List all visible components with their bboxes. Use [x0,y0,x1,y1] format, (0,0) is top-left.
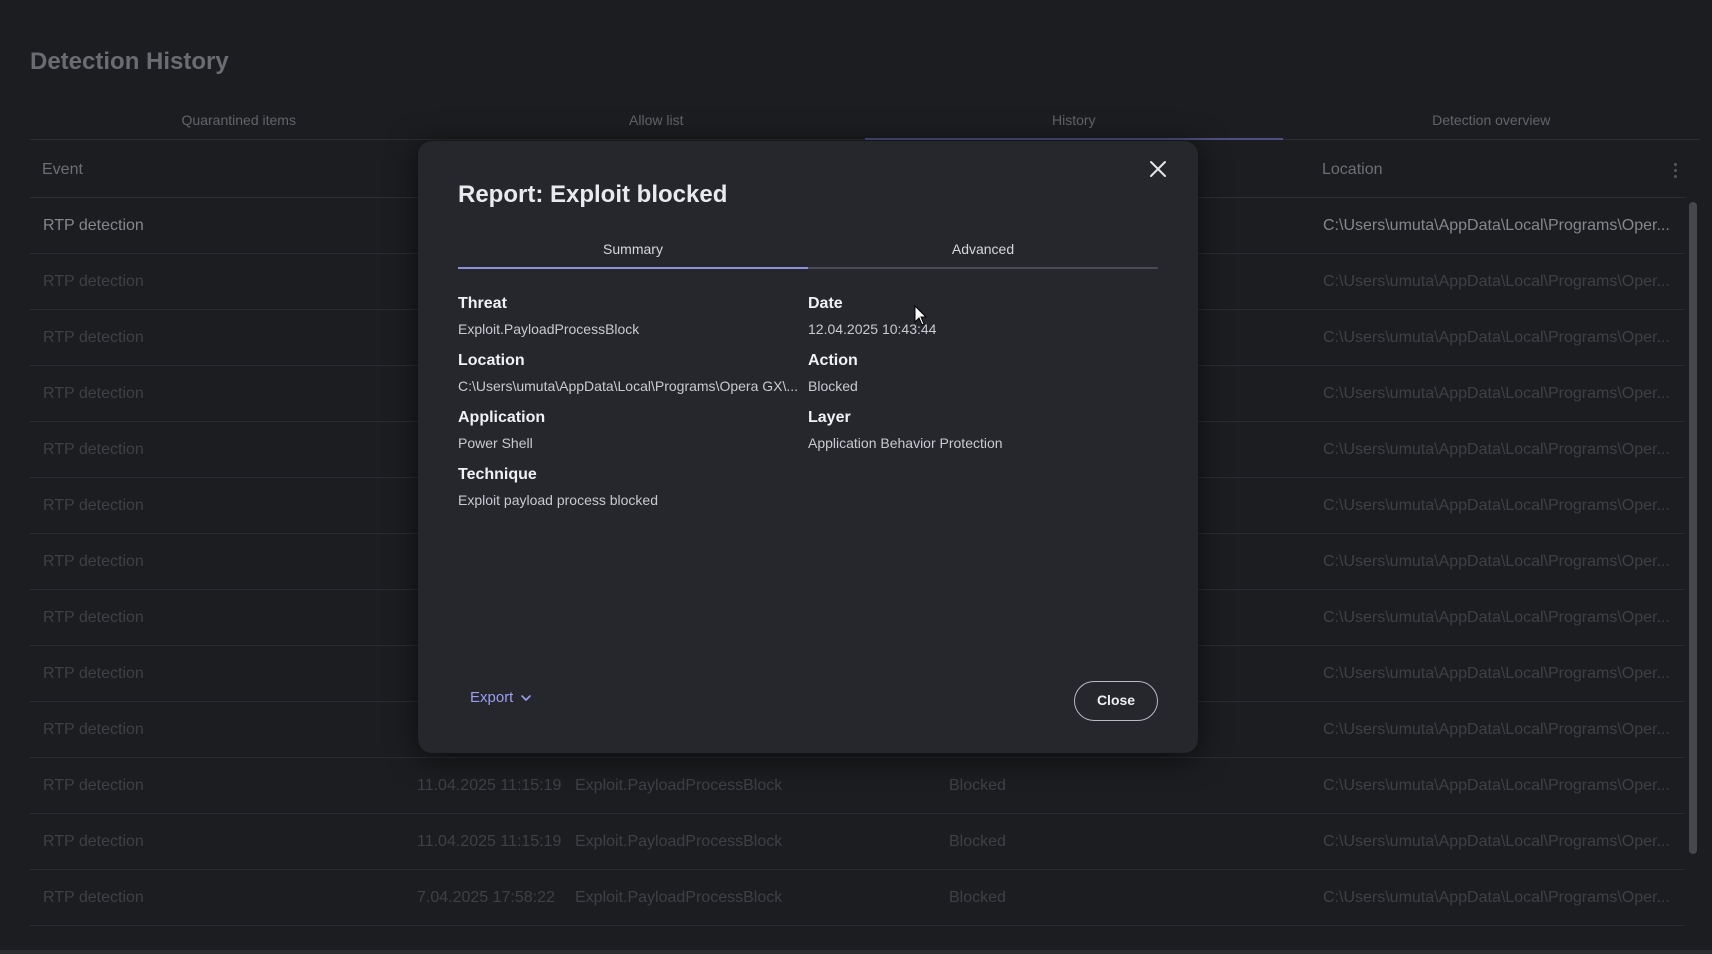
field-label: Application [458,409,546,426]
scrollbar[interactable] [1689,202,1697,854]
cell-location: C:\Users\umuta\AppData\Local\Programs\Op… [1323,273,1670,290]
cell-event: RTP detection [43,329,144,346]
table-row[interactable]: RTP detection 11.04.2025 11:15:19 Exploit.… [30,814,1685,870]
close-icon[interactable] [1146,157,1170,181]
field-value: Application Behavior Protection [808,435,1003,451]
cell-event: RTP detection [43,385,144,402]
cell-threat: Exploit.PayloadProcessBlock [575,777,783,794]
field-label: Technique [458,466,537,483]
table-row[interactable]: RTP detection 11.04.2025 11:15:19 Exploit.… [30,758,1685,814]
export-button[interactable]: Export [470,689,533,706]
cell-action: Blocked [949,833,1006,850]
column-header-location[interactable]: Location [1322,142,1383,198]
cell-location: C:\Users\umuta\AppData\Local\Programs\Op… [1323,497,1670,514]
field-location: Location C:\Users\umuta\AppData\Local\Pr… [458,350,806,396]
field-threat: Threat Exploit.PayloadProcessBlock [458,293,806,339]
cell-event: RTP detection [43,609,144,626]
field-value: Exploit.PayloadProcessBlock [458,321,640,337]
field-label: Action [808,352,858,369]
cell-event: RTP detection [43,217,144,234]
dialog-tab-bar: Summary Advanced [458,229,1158,269]
cell-event: RTP detection [43,553,144,570]
more-vertical-icon[interactable] [1665,160,1685,180]
cell-action: Blocked [949,889,1006,906]
cell-location: C:\Users\umuta\AppData\Local\Programs\Op… [1323,553,1670,570]
cell-event: RTP detection [43,833,144,850]
field-label: Date [808,295,843,312]
cell-event: RTP detection [43,665,144,682]
close-button[interactable]: Close [1074,681,1158,721]
cell-event: RTP detection [43,497,144,514]
cell-event: RTP detection [43,889,144,906]
chevron-down-icon [521,694,532,701]
mouse-cursor-icon [914,305,928,326]
field-layer: Layer Application Behavior Protection [808,407,1158,453]
cell-location: C:\Users\umuta\AppData\Local\Programs\Op… [1323,329,1670,346]
tab-advanced[interactable]: Advanced [808,229,1158,267]
cell-event: RTP detection [43,273,144,290]
cell-location: C:\Users\umuta\AppData\Local\Programs\Op… [1323,665,1670,682]
cell-location: C:\Users\umuta\AppData\Local\Programs\Op… [1323,217,1670,234]
tab-bar: Quarantined items Allow list History Det… [30,104,1700,140]
cell-event: RTP detection [43,441,144,458]
field-label: Layer [808,409,851,426]
field-label: Location [458,352,525,369]
tab-detection-overview[interactable]: Detection overview [1283,104,1701,139]
cell-date: 7.04.2025 17:58:22 [417,889,555,906]
cell-location: C:\Users\umuta\AppData\Local\Programs\Op… [1323,777,1670,794]
field-application: Application Power Shell [458,407,806,453]
field-value: Power Shell [458,435,533,451]
field-value: 12.04.2025 10:43:44 [808,321,937,337]
page-title: Detection History [30,48,229,75]
cell-event: RTP detection [43,777,144,794]
field-value: Exploit payload process blocked [458,492,659,508]
table-row[interactable]: RTP detection 7.04.2025 17:58:22 Exploit.P… [30,870,1685,926]
cell-location: C:\Users\umuta\AppData\Local\Programs\Op… [1323,385,1670,402]
cell-date: 11.04.2025 11:15:19 [417,777,562,794]
cell-location: C:\Users\umuta\AppData\Local\Programs\Op… [1323,609,1670,626]
report-dialog: Report: Exploit blocked Summary Advanced… [418,141,1198,753]
tab-quarantined-items[interactable]: Quarantined items [30,104,448,139]
tab-allow-list[interactable]: Allow list [448,104,866,139]
field-label: Threat [458,295,507,312]
field-technique: Technique Exploit payload process blocke… [458,464,806,510]
cell-location: C:\Users\umuta\AppData\Local\Programs\Op… [1323,721,1670,738]
field-value: Blocked [808,378,858,394]
cell-threat: Exploit.PayloadProcessBlock [575,833,783,850]
cell-location: C:\Users\umuta\AppData\Local\Programs\Op… [1323,889,1670,906]
export-label: Export [470,689,514,706]
field-action: Action Blocked [808,350,1158,396]
field-value: C:\Users\umuta\AppData\Local\Programs\Op… [458,378,799,394]
field-date: Date 12.04.2025 10:43:44 [808,293,1158,339]
cell-event: RTP detection [43,721,144,738]
tab-history[interactable]: History [865,104,1283,140]
cell-date: 11.04.2025 11:15:19 [417,833,562,850]
tab-summary[interactable]: Summary [458,229,808,269]
bottom-strip [0,950,1712,954]
dialog-title: Report: Exploit blocked [458,181,728,208]
cell-location: C:\Users\umuta\AppData\Local\Programs\Op… [1323,441,1670,458]
cell-threat: Exploit.PayloadProcessBlock [575,889,783,906]
cell-location: C:\Users\umuta\AppData\Local\Programs\Op… [1323,833,1670,850]
column-header-event[interactable]: Event [42,142,83,198]
cell-action: Blocked [949,777,1006,794]
